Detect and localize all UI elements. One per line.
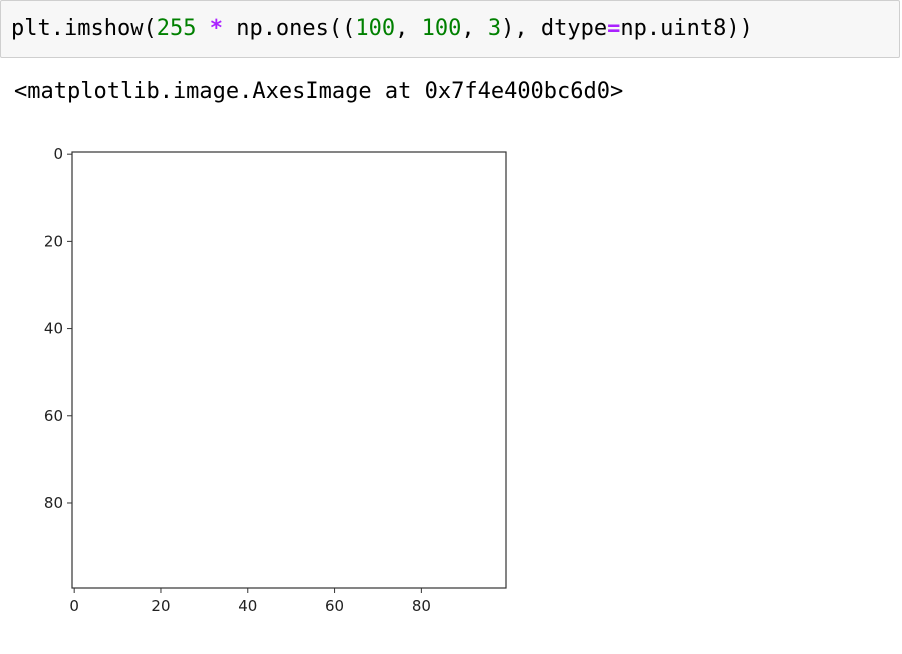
x-tick-label: 60 [325,597,344,615]
code-token: 100 [421,16,462,41]
x-tick-label: 80 [412,597,431,615]
code-token: , [461,16,488,41]
x-tick-label: 0 [69,597,79,615]
image-area [72,152,506,588]
x-tick-label: 20 [151,597,170,615]
y-tick-label: 60 [44,407,63,425]
output-repr-text: <matplotlib.image.AxesImage at 0x7f4e400… [14,79,624,104]
code-token: * [209,16,223,41]
code-token: 3 [487,16,502,41]
plot-svg: 0 20 40 60 80 0 20 40 60 80 [44,145,507,615]
code-token: , [395,16,422,41]
code-token: np.uint8)) [620,16,753,41]
x-tick-label: 40 [238,597,257,615]
y-tick-label: 20 [44,232,63,250]
code-token: np.ones(( [222,16,356,41]
code-input-cell[interactable]: plt.imshow(255 * np.ones((100, 100, 3), … [0,0,900,58]
code-line: plt.imshow(255 * np.ones((100, 100, 3), … [11,15,753,43]
y-tick-label: 80 [44,494,63,512]
code-token: 255 [156,16,197,41]
code-token: ), dtype [501,16,608,41]
imshow-plot: 0 20 40 60 80 0 20 40 60 80 [0,130,560,650]
code-token: 100 [355,16,396,41]
y-tick-label: 40 [44,320,63,338]
code-token: = [607,16,621,41]
code-token: plt.imshow( [11,16,157,41]
y-tick-label: 0 [53,145,63,163]
